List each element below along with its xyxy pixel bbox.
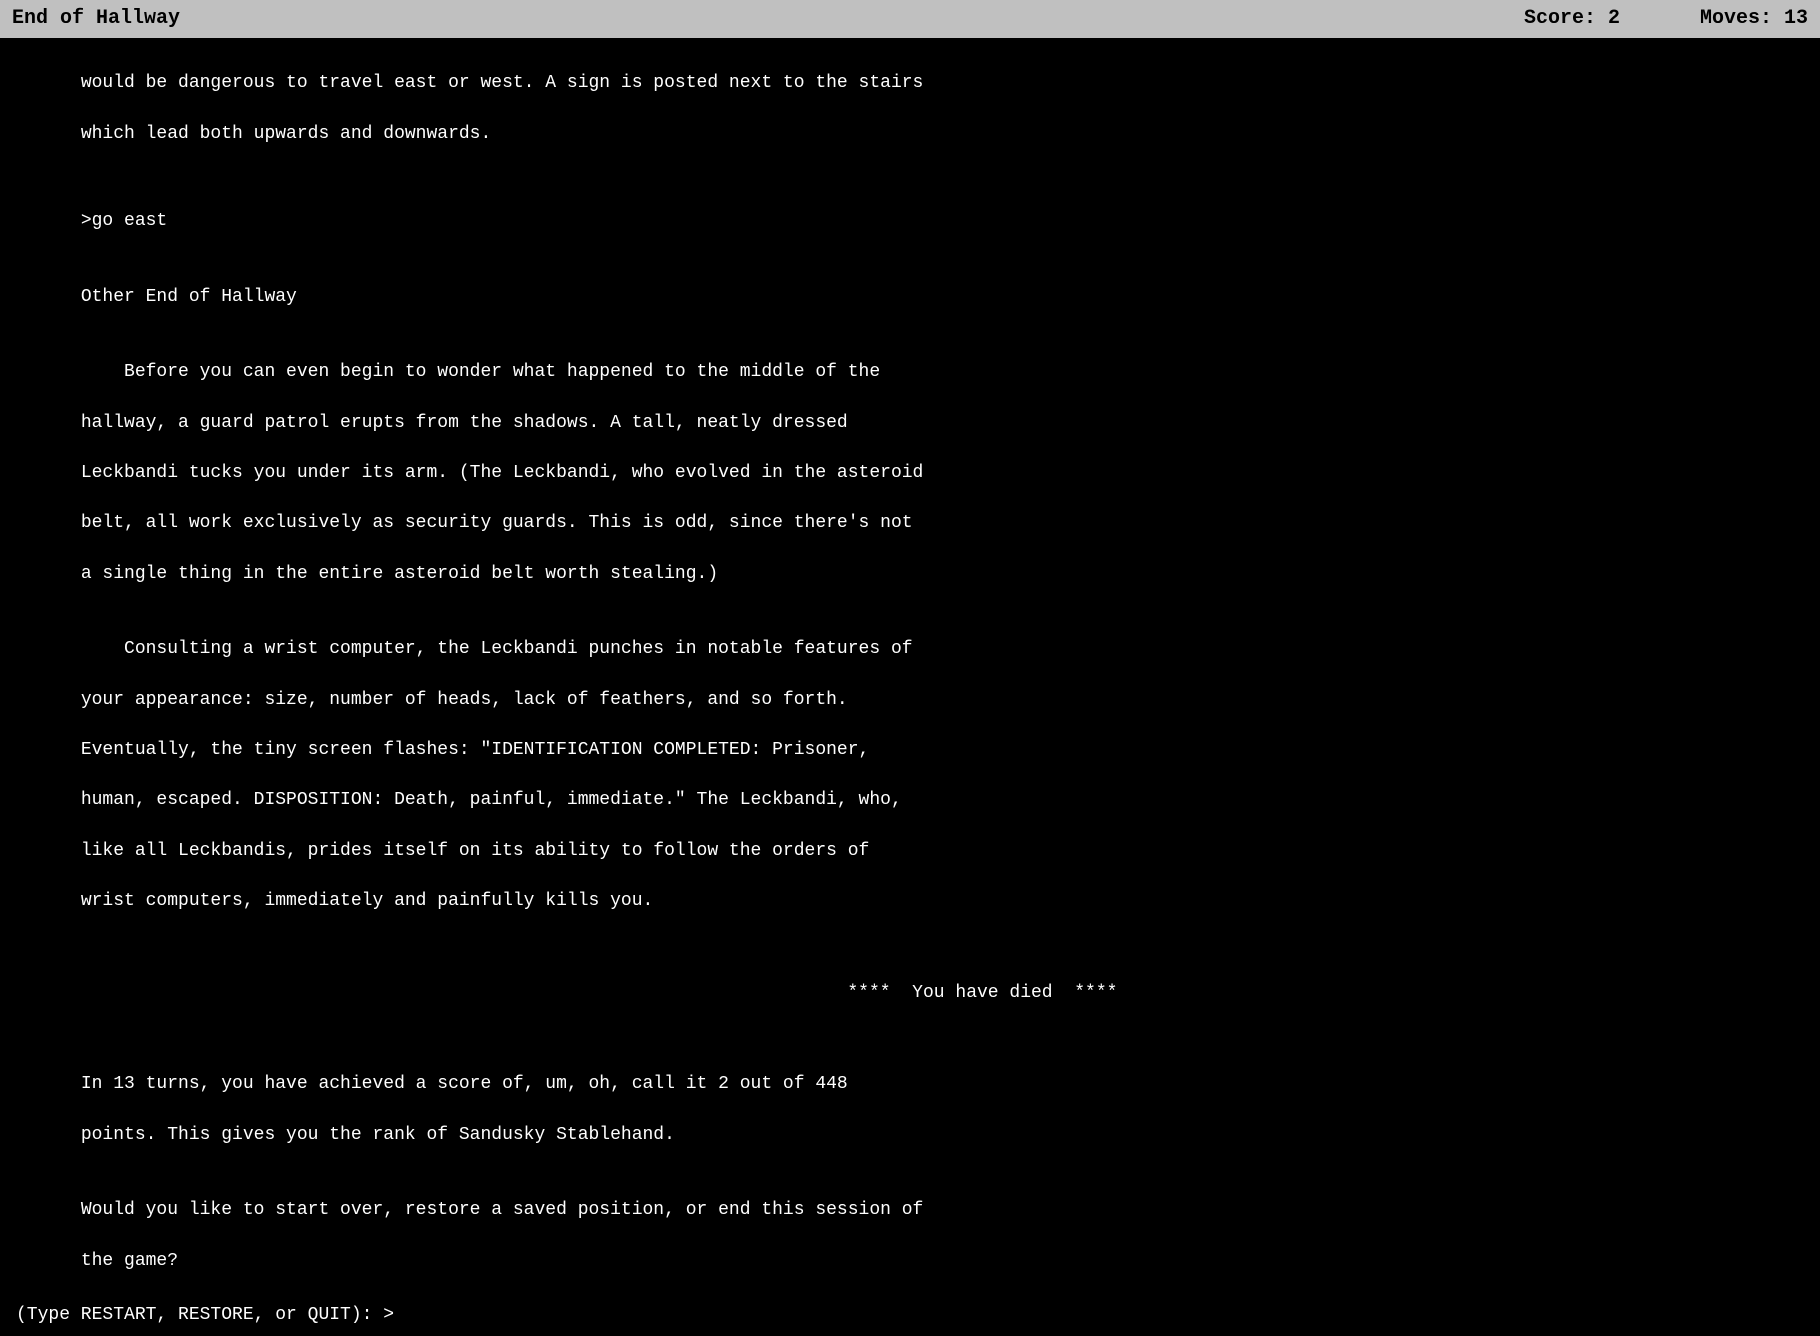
room-name-text: Other End of Hallway	[81, 287, 297, 307]
restart-l1: Would you like to start over, restore a …	[81, 1200, 924, 1220]
para2-l5: like all Leckbandis, prides itself on it…	[81, 841, 870, 861]
moves-display: Moves: 13	[1700, 5, 1808, 33]
title-bar-stats: Score: 2 Moves: 13	[1524, 5, 1808, 33]
para2-l6: wrist computers, immediately and painful…	[81, 891, 654, 911]
command-text: >go east	[81, 211, 167, 231]
para2-l3: Eventually, the tiny screen flashes: "ID…	[81, 740, 870, 760]
summary-l1: In 13 turns, you have achieved a score o…	[81, 1074, 848, 1094]
restart-prompt-text: Would you like to start over, restore a …	[16, 1173, 1804, 1299]
command-input[interactable]	[405, 1305, 605, 1325]
player-command: >go east	[16, 184, 1804, 260]
input-prompt-line: (Type RESTART, RESTORE, or QUIT): >	[16, 1303, 1804, 1328]
game-window: End of Hallway Score: 2 Moves: 13 would …	[0, 0, 1820, 1336]
title-bar: End of Hallway Score: 2 Moves: 13	[0, 0, 1820, 38]
death-text: **** You have died ****	[847, 983, 1117, 1003]
para1-l2: hallway, a guard patrol erupts from the …	[81, 413, 848, 433]
summary-l2: points. This gives you the rank of Sandu…	[81, 1125, 675, 1145]
score-summary: In 13 turns, you have achieved a score o…	[16, 1047, 1804, 1173]
location-text: End of Hallway	[12, 7, 180, 30]
para1-l1: Before you can even begin to wonder what…	[81, 362, 880, 382]
para2-l1: Consulting a wrist computer, the Leckban…	[81, 639, 913, 659]
prompt-text: (Type RESTART, RESTORE, or QUIT): >	[16, 1305, 394, 1325]
game-content: would be dangerous to travel east or wes…	[0, 38, 1820, 1336]
para1-l3: Leckbandi tucks you under its arm. (The …	[81, 463, 924, 483]
para2-l4: human, escaped. DISPOSITION: Death, pain…	[81, 790, 902, 810]
game-location: End of Hallway	[12, 5, 1524, 33]
para2-l2: your appearance: size, number of heads, …	[81, 690, 848, 710]
restart-l2: the game?	[81, 1251, 178, 1271]
intro-line2: which lead both upwards and downwards.	[81, 124, 491, 144]
room-name: Other End of Hallway	[16, 260, 1804, 336]
intro-line1: would be dangerous to travel east or wes…	[81, 73, 924, 93]
para1-l4: belt, all work exclusively as security g…	[81, 513, 913, 533]
death-message: **** You have died ****	[16, 956, 1804, 1032]
para1-l5: a single thing in the entire asteroid be…	[81, 564, 718, 584]
room-description: Before you can even begin to wonder what…	[16, 335, 1804, 612]
intro-text: would be dangerous to travel east or wes…	[16, 46, 1804, 172]
leckbandi-description: Consulting a wrist computer, the Leckban…	[16, 612, 1804, 939]
score-display: Score: 2	[1524, 5, 1620, 33]
